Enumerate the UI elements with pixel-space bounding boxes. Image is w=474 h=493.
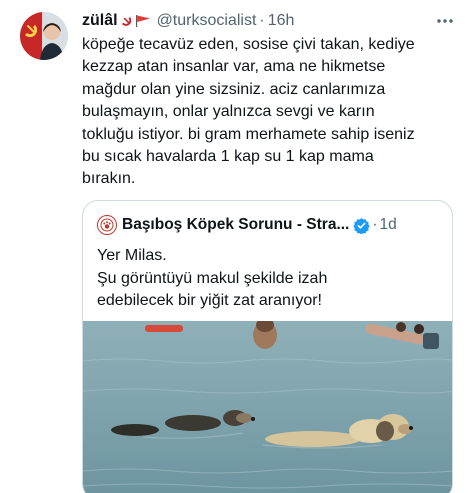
tweet-text-line: bu sıcak havalarda 1 kap su 1 kap mama (82, 148, 374, 166)
tweet-text-line: tokluğu istiyor. bi gram merhamete sahip… (82, 125, 415, 143)
tweet[interactable]: zülâl @turksocialist · 16h köpeğe tecavü… (0, 0, 474, 493)
separator-dot: · (372, 216, 378, 233)
tweet-text-line: köpeğe tecavüz eden, sosise çivi takan, … (82, 36, 415, 53)
quoted-display-name[interactable]: Başıboş Köpek Sorunu - Stra... (122, 216, 349, 234)
quoted-timestamp[interactable]: 1d (380, 216, 397, 234)
quoted-text-line: Yer Milas. (97, 247, 167, 264)
red-flag-emoji (135, 15, 150, 27)
tweet-text-line: bulaşmayın, onlar yalnızca sevgi ve karı… (82, 103, 375, 121)
verified-badge-icon (353, 217, 371, 234)
sea-photo[interactable] (83, 318, 452, 493)
quoted-tweet-text: Yer Milas. Şu görüntüyü makul şekilde iz… (97, 245, 442, 313)
separator-dot: · (259, 12, 265, 29)
display-name[interactable]: zülâl (82, 12, 118, 30)
tweet-text-line: mağdur olan yine sizsiniz. aciz canlarım… (82, 80, 386, 98)
handle[interactable]: @turksocialist (157, 12, 257, 30)
quoted-tweet[interactable]: Başıboş Köpek Sorunu - Stra... · 1d Yer … (82, 200, 453, 493)
avatar[interactable] (20, 12, 68, 60)
quoted-avatar[interactable] (97, 215, 117, 235)
timestamp[interactable]: 16h (268, 12, 295, 30)
paw-seal-icon (100, 218, 114, 232)
name-emojis (120, 14, 151, 28)
quoted-tweet-header: Başıboş Köpek Sorunu - Stra... · 1d (97, 214, 440, 236)
tweet-header: zülâl @turksocialist · 16h (82, 10, 456, 32)
quoted-text-line: Şu görüntüyü makul şekilde izah (97, 269, 328, 287)
tweet-text-line: bırakın. (82, 170, 136, 188)
more-horizontal-icon[interactable] (434, 10, 456, 32)
hammer-sickle-emoji (121, 17, 131, 26)
tweet-text: köpeğe tecavüz eden, sosise çivi takan, … (82, 34, 462, 191)
tweet-text-line: kezzap atan insanlar var, ama ne hikmets… (82, 58, 386, 76)
quoted-text-line: edebilecek bir yiğit zat aranıyor! (97, 292, 322, 309)
hammer-sickle-avatar (20, 12, 68, 60)
